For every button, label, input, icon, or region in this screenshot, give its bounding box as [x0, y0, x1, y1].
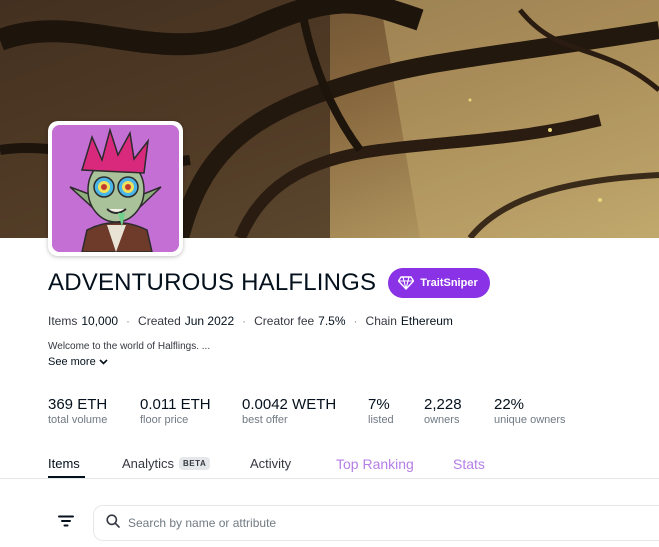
tab-stats[interactable]: Stats	[453, 456, 485, 472]
collection-avatar	[52, 125, 179, 252]
tab-analytics-label: Analytics	[122, 456, 175, 471]
tab-activity[interactable]: Activity	[250, 456, 291, 471]
search-box[interactable]	[93, 505, 659, 541]
separator-dot: ·	[242, 314, 247, 328]
collection-meta: Items 10,000 · Created Jun 2022 · Creato…	[48, 314, 453, 328]
stat-listed[interactable]: 7% listed	[368, 396, 424, 426]
filter-icon	[58, 514, 74, 532]
collection-description: Welcome to the world of Halflings. ...	[48, 341, 211, 352]
stat-unique-owners[interactable]: 22% unique owners	[494, 396, 584, 426]
collection-stats: 369 ETH total volume 0.011 ETH floor pri…	[48, 396, 584, 426]
separator-dot: ·	[126, 314, 131, 328]
stat-value: 2,228	[424, 396, 462, 413]
created-value: Jun 2022	[184, 314, 235, 328]
stat-value: 22%	[494, 396, 525, 413]
items-label: Items	[48, 314, 78, 328]
chevron-down-icon	[99, 356, 108, 368]
stat-total-volume[interactable]: 369 ETH total volume	[48, 396, 140, 426]
stat-value: 7%	[368, 396, 390, 413]
collection-avatar-frame	[48, 121, 183, 256]
stat-best-offer[interactable]: 0.0042 WETH best offer	[242, 396, 368, 426]
creator-fee-value: 7.5%	[318, 314, 346, 328]
items-value: 10,000	[81, 314, 119, 328]
created-label: Created	[138, 314, 181, 328]
search-icon	[106, 513, 120, 533]
chain-value: Ethereum	[400, 314, 453, 328]
see-more-button[interactable]: See more	[48, 356, 108, 368]
separator-dot: ·	[353, 314, 358, 328]
chain-label: Chain	[365, 314, 397, 328]
collection-header: ADVENTUROUS HALFLINGS TraitSniper	[48, 268, 490, 298]
stat-label: listed	[368, 414, 394, 426]
traitsniper-badge[interactable]: TraitSniper	[388, 268, 490, 298]
stat-label: owners	[424, 414, 460, 426]
stat-owners[interactable]: 2,228 owners	[424, 396, 494, 426]
tab-analytics[interactable]: Analytics BETA	[122, 456, 211, 471]
tab-items[interactable]: Items	[48, 456, 80, 471]
filter-button[interactable]	[54, 511, 78, 535]
stat-value: 0.0042 WETH	[242, 396, 337, 413]
stat-floor-price[interactable]: 0.011 ETH floor price	[140, 396, 242, 426]
tab-top-ranking[interactable]: Top Ranking	[336, 456, 414, 472]
diamond-icon	[398, 276, 415, 290]
active-tab-indicator	[48, 476, 85, 478]
search-input[interactable]	[128, 516, 548, 530]
stat-label: floor price	[140, 414, 189, 426]
traitsniper-label: TraitSniper	[420, 277, 478, 289]
collection-title: ADVENTUROUS HALFLINGS	[48, 269, 377, 296]
stat-label: best offer	[242, 414, 288, 426]
creator-fee-label: Creator fee	[254, 314, 315, 328]
see-more-label: See more	[48, 356, 96, 368]
stat-label: unique owners	[494, 414, 566, 426]
stat-value: 369 ETH	[48, 396, 108, 413]
collection-tabs: Items Analytics BETA Activity Top Rankin…	[0, 448, 659, 479]
stat-label: total volume	[48, 414, 108, 426]
beta-badge: BETA	[179, 457, 211, 470]
stat-value: 0.011 ETH	[140, 396, 211, 413]
